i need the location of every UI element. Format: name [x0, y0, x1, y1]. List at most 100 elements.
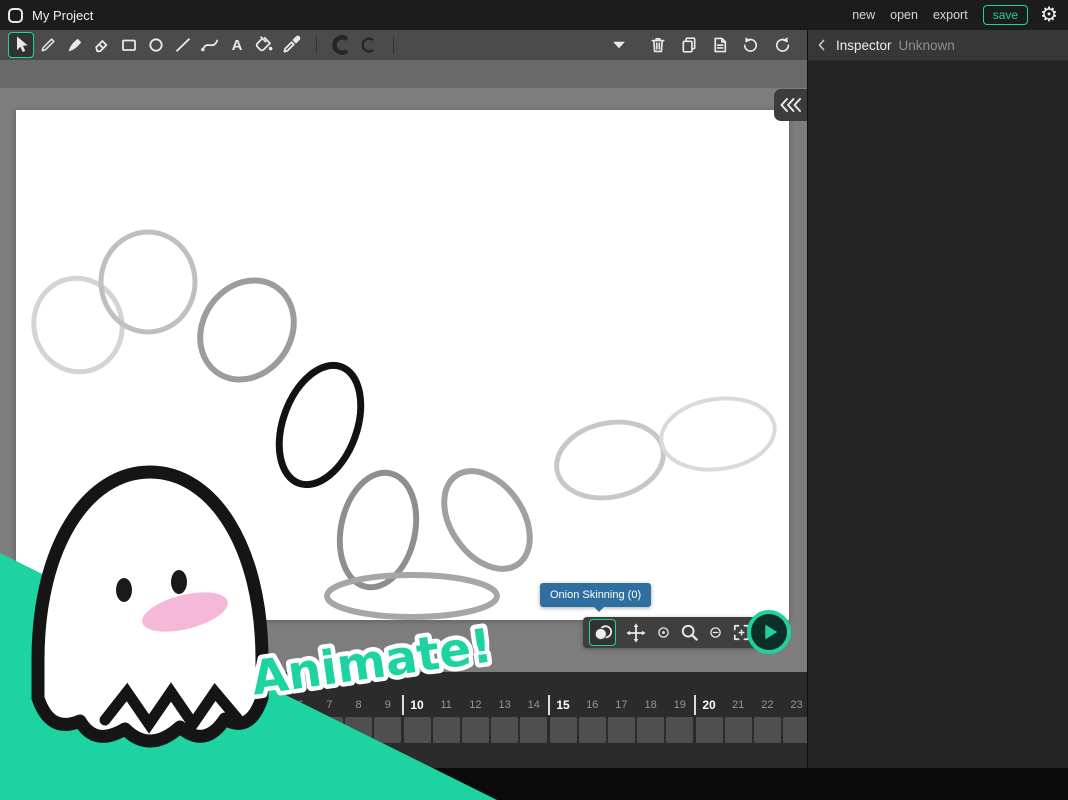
timeline-frame-cell[interactable] [754, 717, 781, 743]
timeline-frame-number: 7 [314, 694, 344, 716]
play-icon [751, 614, 787, 650]
timeline-frame-cell[interactable] [637, 717, 664, 743]
timeline-frame-cell[interactable] [258, 717, 285, 743]
timeline-frame-cell[interactable] [783, 717, 807, 743]
timeline-frame-number: 15 [548, 694, 578, 716]
onion-skinning-tooltip: Onion Skinning (0) [540, 583, 651, 607]
toolbar-separator [393, 36, 394, 54]
timeline-frame-cell[interactable] [725, 717, 752, 743]
project-title: My Project [32, 8, 93, 23]
undo-button[interactable] [740, 34, 762, 56]
layer-dropdown-button[interactable] [608, 34, 630, 56]
move-arrows-icon [624, 621, 648, 645]
timeline-frame-cell[interactable] [345, 717, 372, 743]
eraser-tool-button[interactable] [89, 32, 115, 58]
timeline-frame-number: 3 [198, 694, 228, 716]
timeline-frame-cell[interactable] [404, 717, 431, 743]
undo-icon [740, 34, 762, 56]
timeline-frame-cell[interactable] [696, 717, 723, 743]
timeline-frame-cell[interactable] [316, 717, 343, 743]
timeline-frame-number: 12 [460, 694, 490, 716]
timeline-frame-number: 22 [752, 694, 782, 716]
timeline-frame-cell[interactable] [170, 717, 197, 743]
drawing-ellipse [657, 391, 780, 476]
curve-right-button[interactable] [355, 32, 381, 58]
rectangle-tool-button[interactable] [116, 32, 142, 58]
inspector-panel: Inspector Unknown [807, 30, 1068, 800]
timeline-frame-cell[interactable] [287, 717, 314, 743]
timeline-frame-cell[interactable] [141, 717, 168, 743]
timeline-frame-cell[interactable] [608, 717, 635, 743]
timeline-frame-cell[interactable] [462, 717, 489, 743]
line-tool-button[interactable] [170, 32, 196, 58]
redo-button[interactable] [771, 34, 793, 56]
drawing-canvas[interactable] [16, 110, 789, 620]
toolbar-separator [316, 36, 317, 54]
timeline-frame-cell[interactable] [374, 717, 401, 743]
circle-icon [144, 33, 168, 57]
pencil-tool-button[interactable] [35, 32, 61, 58]
timeline-frame-cell[interactable] [520, 717, 547, 743]
bezier-tool-button[interactable] [197, 32, 223, 58]
text-tool-button[interactable]: A [224, 32, 250, 58]
drawing-ellipse [327, 575, 497, 617]
play-button[interactable] [747, 610, 791, 654]
inspector-title: Inspector [836, 38, 892, 53]
pan-button[interactable] [622, 619, 649, 646]
timeline-frame-cell[interactable] [666, 717, 693, 743]
drawing-ellipse [101, 232, 195, 332]
inspector-header: Inspector Unknown [808, 30, 1068, 61]
pencil-icon [36, 33, 60, 57]
zoom-in-button[interactable] [678, 621, 701, 644]
export-button[interactable]: export [933, 8, 968, 22]
curve-icon [198, 33, 222, 57]
title-bar: My Project new open export save ⚙ [0, 0, 1068, 30]
bottom-strip [0, 768, 1068, 800]
pen-tool-button[interactable] [62, 32, 88, 58]
timeline-frame-number: 9 [373, 694, 403, 716]
eyedropper-icon [279, 33, 303, 57]
curve-left-button[interactable] [328, 32, 354, 58]
inspector-selection-label: Unknown [899, 38, 955, 53]
fill-tool-button[interactable] [251, 32, 277, 58]
target-dot-icon [655, 624, 672, 641]
eyedropper-tool-button[interactable] [278, 32, 304, 58]
inspector-collapse-chevron-icon[interactable] [814, 37, 830, 53]
duplicate-button[interactable] [678, 34, 700, 56]
settings-gear-icon[interactable]: ⚙ [1040, 0, 1058, 30]
paste-button[interactable] [709, 34, 731, 56]
paste-icon [709, 34, 731, 56]
timeline-frame-cell[interactable] [433, 717, 460, 743]
timeline-frame-cell[interactable] [199, 717, 226, 743]
app-logo-icon [8, 8, 23, 23]
text-tool-icon: A [232, 37, 243, 54]
onion-skin-icon [591, 621, 615, 645]
ellipse-tool-button[interactable] [143, 32, 169, 58]
timeline-frame-number: 2 [168, 694, 198, 716]
zoom-reset-button[interactable] [655, 624, 672, 641]
timeline-ruler[interactable]: 1234567891011121314151617181920212223242… [0, 694, 807, 716]
timeline-frame-number: 10 [402, 694, 432, 716]
new-button[interactable]: new [852, 8, 875, 22]
save-button[interactable]: save [983, 5, 1028, 25]
zoom-out-button[interactable] [707, 624, 724, 641]
timeline-frame-cell[interactable] [579, 717, 606, 743]
minus-circle-icon [707, 624, 724, 641]
timeline-frame-number: 16 [577, 694, 607, 716]
timeline-frame-number: 6 [285, 694, 315, 716]
open-button[interactable]: open [890, 8, 918, 22]
timeline-frame-number: 20 [694, 694, 724, 716]
timeline-frame-cell[interactable] [491, 717, 518, 743]
canvas-top-shade [0, 60, 807, 88]
timeline-frame-number: 1 [139, 694, 169, 716]
paint-bucket-icon [252, 33, 276, 57]
select-tool-button[interactable] [8, 32, 34, 58]
onion-skinning-button[interactable] [589, 619, 616, 646]
delete-button[interactable] [647, 34, 669, 56]
timeline-frame-cell[interactable] [228, 717, 255, 743]
triple-chevron-left-icon [774, 89, 807, 121]
timeline-frame-number: 17 [606, 694, 636, 716]
canvas-region: Onion Skinning (0) [0, 60, 807, 800]
collapse-panel-button[interactable] [774, 89, 807, 121]
timeline-frame-cell[interactable] [550, 717, 577, 743]
